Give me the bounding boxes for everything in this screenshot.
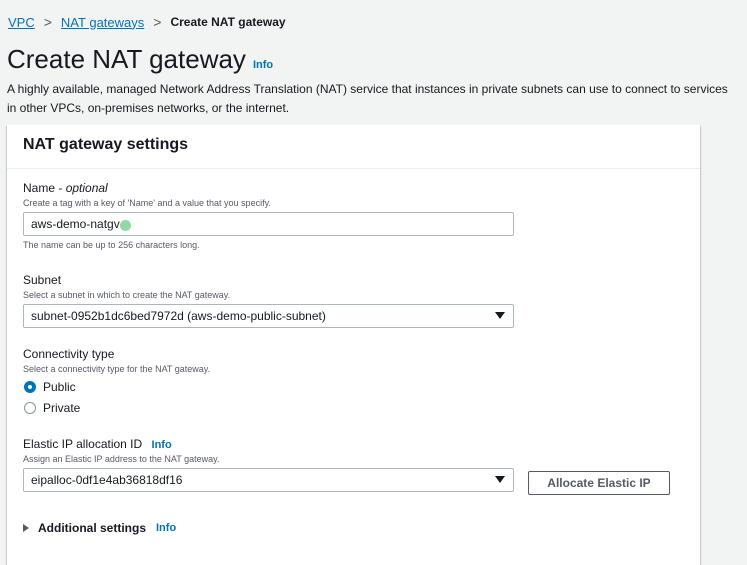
page-title-container: Create NAT gateway Info [7,44,273,75]
name-hint: Create a tag with a key of 'Name' and a … [23,198,271,208]
breadcrumb-current: Create NAT gateway [170,15,286,29]
additional-info-link[interactable]: Info [156,522,176,534]
name-constraint: The name can be up to 256 characters lon… [23,240,200,250]
breadcrumb: VPC > NAT gateways > Create NAT gateway [8,14,286,30]
name-input-value: aws-demo-natgv [31,217,120,231]
allocate-elastic-ip-button[interactable]: Allocate Elastic IP [528,471,670,495]
name-label: Name - optional [23,181,514,195]
panel-title: NAT gateway settings [7,125,700,169]
chevron-right-icon: > [153,14,162,30]
text-cursor-icon [119,219,131,231]
name-field: Name - optional Create a tag with a key … [23,181,514,250]
radio-public[interactable]: Public [23,380,210,394]
eip-select[interactable]: eipalloc-0df1e4ab36818df16 [23,468,514,492]
name-label-optional: optional [65,181,108,195]
chevron-right-icon: > [43,14,52,30]
radio-selected-icon[interactable] [24,381,36,393]
radio-private-label: Private [43,401,81,415]
additional-settings-expander[interactable]: Additional settings Info [23,521,176,535]
subnet-select[interactable]: subnet-0952b1dc6bed7972d (aws-demo-publi… [23,304,514,328]
eip-hint: Assign an Elastic IP address to the NAT … [23,454,220,464]
page-description: A highly available, managed Network Addr… [7,82,728,115]
page-info-link[interactable]: Info [253,59,273,71]
radio-public-label: Public [43,380,76,394]
name-label-text: Name - [23,181,66,195]
additional-settings-label: Additional settings [38,521,146,535]
eip-field: Elastic IP allocation ID Info Assign an … [23,437,514,492]
name-input[interactable]: aws-demo-natgv [23,212,514,236]
subnet-select-value: subnet-0952b1dc6bed7972d (aws-demo-publi… [31,309,326,323]
connectivity-field: Connectivity type Select a connectivity … [23,347,210,415]
eip-label-row: Elastic IP allocation ID Info [23,437,514,451]
caret-down-icon [495,312,505,319]
nat-gateway-settings-panel: NAT gateway settings Name - optional Cre… [7,125,700,565]
caret-right-icon [23,524,29,532]
radio-unselected-icon[interactable] [24,402,36,414]
eip-select-value: eipalloc-0df1e4ab36818df16 [31,473,183,487]
radio-private[interactable]: Private [23,401,210,415]
page-title: Create NAT gateway [7,44,246,74]
subnet-hint: Select a subnet in which to create the N… [23,290,231,300]
caret-down-icon [495,476,505,483]
subnet-label: Subnet [23,273,62,287]
connectivity-label: Connectivity type [23,347,115,361]
subnet-field: Subnet Select a subnet in which to creat… [23,273,514,328]
breadcrumb-vpc-link[interactable]: VPC [8,15,35,30]
eip-info-link[interactable]: Info [152,439,172,451]
connectivity-hint: Select a connectivity type for the NAT g… [23,364,211,374]
breadcrumb-nat-gateways-link[interactable]: NAT gateways [61,15,144,30]
eip-label: Elastic IP allocation ID [23,437,143,451]
